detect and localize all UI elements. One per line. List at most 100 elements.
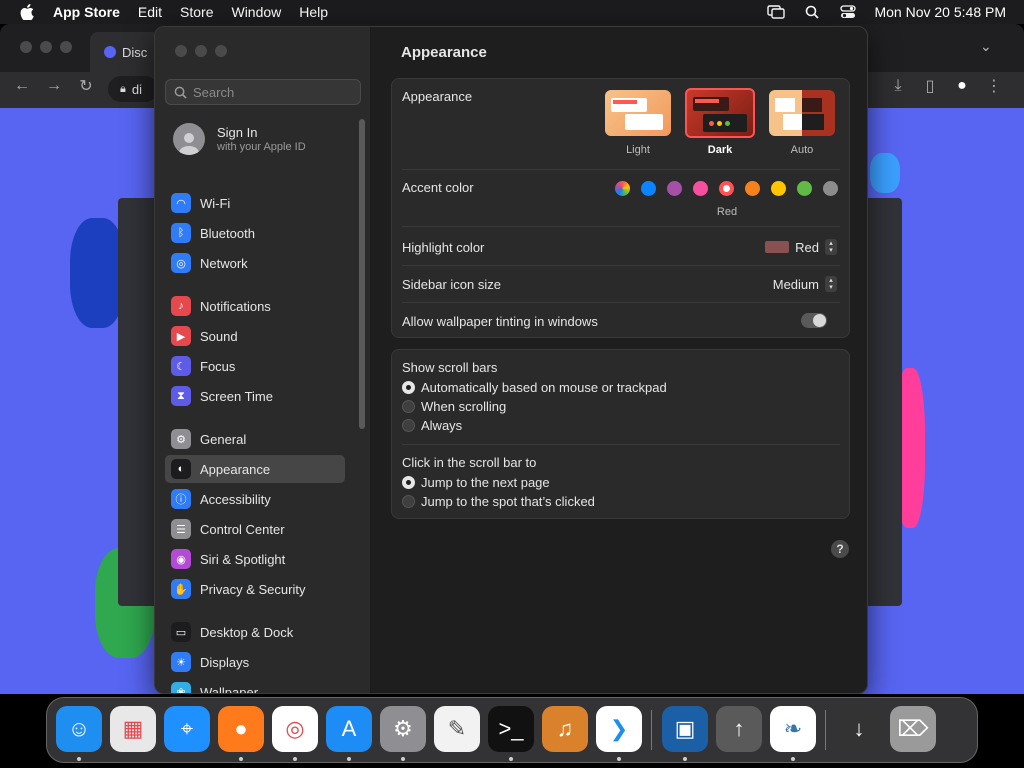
sidebar-item-label: Accessibility <box>200 491 271 507</box>
accent-color-multicolor-swatch[interactable] <box>615 181 630 196</box>
apple-id-signin[interactable]: Sign In with your Apple ID <box>173 123 306 155</box>
hand-icon: ✋ <box>171 579 191 599</box>
sidebar-item-label: Desktop & Dock <box>200 624 294 640</box>
browser-tab[interactable]: Disc <box>90 32 160 72</box>
settings-zoom-button[interactable] <box>215 45 227 57</box>
settings-close-button[interactable] <box>175 45 187 57</box>
sidebar-item-siri-spotlight[interactable]: ◉ Siri & Spotlight <box>165 545 345 573</box>
tab-list-chevron-icon[interactable]: ⌄ <box>980 38 992 55</box>
browser-minimize-button[interactable] <box>40 41 52 53</box>
dock-app-store-icon[interactable]: A <box>326 706 372 752</box>
sidebar-item-desktop-dock[interactable]: ▭ Desktop & Dock <box>165 618 345 646</box>
accent-color-red-swatch[interactable] <box>719 181 734 196</box>
radio-unselected-icon <box>402 419 415 432</box>
control-center-icon[interactable] <box>838 4 858 20</box>
dock-running-indicator <box>347 757 351 761</box>
sidebar-item-notifications[interactable]: ♪ Notifications <box>165 292 345 320</box>
sidebar-item-label: Screen Time <box>200 388 273 404</box>
sidebar-item-wallpaper[interactable]: ❀ Wallpaper <box>165 678 345 693</box>
menu-edit[interactable]: Edit <box>138 4 162 20</box>
dock-launchpad-icon[interactable]: ▦ <box>110 706 156 752</box>
dock-running-indicator <box>509 757 513 761</box>
dock-textedit-icon[interactable]: ✎ <box>434 706 480 752</box>
wallpaper-tinting-toggle[interactable] <box>801 313 827 328</box>
dock-rocket-icon[interactable]: ↑ <box>716 706 762 752</box>
dock-running-indicator <box>683 757 687 761</box>
appearance-dark-option[interactable] <box>685 88 755 138</box>
accent-color-yellow-swatch[interactable] <box>771 181 786 196</box>
radio-selected-icon <box>402 476 415 489</box>
dock-downloads-icon[interactable]: ↓ <box>836 706 882 752</box>
dock-icon: ▭ <box>171 622 191 642</box>
person-icon <box>179 133 199 155</box>
sidebar-item-label: Wi-Fi <box>200 195 231 211</box>
dock-chrome-icon[interactable]: ◎ <box>272 706 318 752</box>
side-panel-icon[interactable]: ▯ <box>920 76 940 96</box>
sidebar-item-accessibility[interactable]: ⓘ Accessibility <box>165 485 345 513</box>
sidebar-item-wi-fi[interactable]: ◠ Wi-Fi <box>165 189 345 217</box>
settings-search-input[interactable]: Search <box>165 79 361 105</box>
dock-vscode-icon[interactable]: ❯ <box>596 706 642 752</box>
accent-color-pink-swatch[interactable] <box>693 181 708 196</box>
dock-safari-icon[interactable]: ⌖ <box>164 706 210 752</box>
scroll-bars-when-scrolling-radio[interactable]: When scrolling <box>402 399 506 414</box>
apple-menu-icon[interactable] <box>16 0 38 24</box>
click-jump-spot-radio[interactable]: Jump to the spot that’s clicked <box>402 494 595 509</box>
reload-icon[interactable]: ↻ <box>76 76 96 96</box>
appearance-auto-option[interactable] <box>769 90 835 136</box>
scroll-bars-always-radio[interactable]: Always <box>402 418 462 433</box>
browser-zoom-button[interactable] <box>60 41 72 53</box>
click-jump-next-page-radio[interactable]: Jump to the next page <box>402 475 550 490</box>
dock-garageband-icon[interactable]: ♫ <box>542 706 588 752</box>
menu-help[interactable]: Help <box>299 4 328 20</box>
back-arrow-icon[interactable]: ← <box>12 76 32 96</box>
search-placeholder: Search <box>193 84 235 100</box>
highlight-color-swatch <box>765 241 790 253</box>
menu-app-name[interactable]: App Store <box>53 4 120 20</box>
accent-color-blue-swatch[interactable] <box>641 181 656 196</box>
sidebar-item-privacy-security[interactable]: ✋ Privacy & Security <box>165 575 345 603</box>
help-button[interactable]: ? <box>831 540 849 558</box>
sidebar-item-appearance[interactable]: ◐ Appearance <box>165 455 345 483</box>
spotlight-search-icon[interactable] <box>802 4 822 20</box>
menu-window[interactable]: Window <box>231 4 281 20</box>
discord-icon <box>104 46 116 58</box>
sidebar-item-sound[interactable]: ▶ Sound <box>165 322 345 350</box>
accent-color-graphite-swatch[interactable] <box>823 181 838 196</box>
more-menu-icon[interactable]: ⋮ <box>984 76 1004 96</box>
highlight-color-popup[interactable]: Red ▴ ▾ <box>765 239 837 255</box>
scroll-bars-auto-radio[interactable]: Automatically based on mouse or trackpad <box>402 380 667 395</box>
dock-terminal-icon[interactable]: >_ <box>488 706 534 752</box>
profile-icon[interactable]: ● <box>952 76 972 96</box>
divider <box>402 226 840 227</box>
menu-store[interactable]: Store <box>180 4 213 20</box>
sidebar-item-control-center[interactable]: ☰ Control Center <box>165 515 345 543</box>
download-icon[interactable]: ⤓ <box>888 76 908 96</box>
settings-minimize-button[interactable] <box>195 45 207 57</box>
sidebar-item-general[interactable]: ⚙ General <box>165 425 345 453</box>
sidebar-item-displays[interactable]: ☀ Displays <box>165 648 345 676</box>
scroll-bars-auto-label: Automatically based on mouse or trackpad <box>421 380 667 395</box>
dock-system-settings-icon[interactable]: ⚙ <box>380 706 426 752</box>
screen-mirroring-icon[interactable] <box>766 4 786 20</box>
sidebar-icon-size-popup[interactable]: Medium ▴ ▾ <box>773 276 837 292</box>
sidebar-item-screen-time[interactable]: ⧗ Screen Time <box>165 382 345 410</box>
accent-color-orange-swatch[interactable] <box>745 181 760 196</box>
browser-close-button[interactable] <box>20 41 32 53</box>
appearance-light-option[interactable] <box>605 90 671 136</box>
dock-finder-icon[interactable]: ☺ <box>56 706 102 752</box>
accent-color-green-swatch[interactable] <box>797 181 812 196</box>
dock-virtualbox-icon[interactable]: ▣ <box>662 706 708 752</box>
sidebar-item-focus[interactable]: ☾ Focus <box>165 352 345 380</box>
gear-icon: ⚙ <box>171 429 191 449</box>
sidebar-item-network[interactable]: ◎ Network <box>165 249 345 277</box>
dock-firefox-icon[interactable]: ● <box>218 706 264 752</box>
sidebar-scrollbar[interactable] <box>359 119 365 429</box>
menubar-clock[interactable]: Mon Nov 20 5:48 PM <box>874 4 1006 20</box>
sidebar-item-bluetooth[interactable]: ᛒ Bluetooth <box>165 219 345 247</box>
dock-python-icon[interactable]: ❧ <box>770 706 816 752</box>
address-bar[interactable]: 🔒︎ di <box>108 76 158 102</box>
accent-color-purple-swatch[interactable] <box>667 181 682 196</box>
dock-trash-icon[interactable]: ⌦ <box>890 706 936 752</box>
forward-arrow-icon[interactable]: → <box>44 76 64 96</box>
